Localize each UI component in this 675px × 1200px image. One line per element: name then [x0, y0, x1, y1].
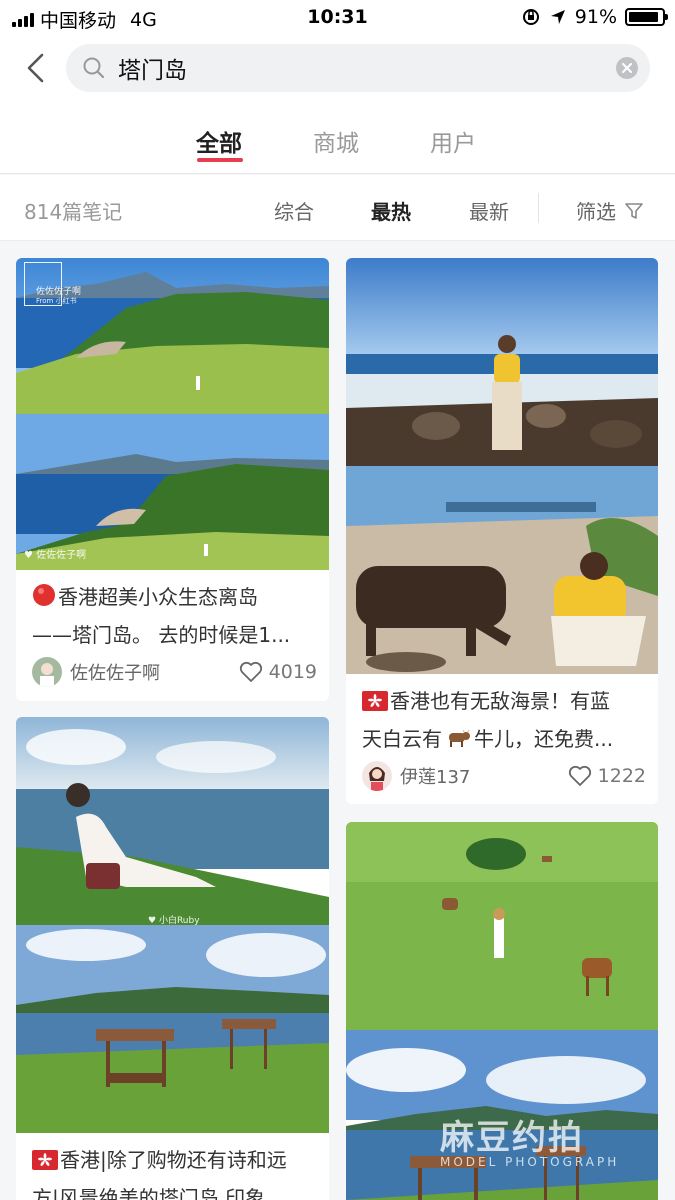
search-icon [83, 57, 105, 79]
note-title: 香港也有无敌海景！有蓝 天白云有 牛儿，还免费... [362, 682, 642, 758]
note-title-line: ——塔门岛。 去的时候是1... [32, 623, 291, 647]
like-button[interactable]: 4019 [239, 661, 317, 683]
hong-kong-flag-icon [362, 691, 388, 711]
author-name[interactable]: 伊莲137 [400, 763, 568, 789]
note-card[interactable]: 香港也有无敌海景！有蓝 天白云有 牛儿，还免费... 伊莲137 1222 [346, 258, 658, 804]
note-footer: 伊莲137 1222 [362, 761, 646, 791]
note-footer: 佐佐佐子啊 4019 [32, 657, 317, 687]
overlay-watermark: 麻豆约拍 MODEL PHOTOGRAPH [440, 1110, 619, 1169]
search-box[interactable] [66, 44, 650, 92]
search-input[interactable] [118, 52, 598, 84]
location-icon [550, 10, 565, 24]
tab-all[interactable]: 全部 [196, 124, 242, 158]
note-card[interactable]: 佐佐佐子啊 From 小红书 ♥ 佐佐佐子啊 香港超美小众生态离岛 ——塔门岛。… [16, 258, 329, 701]
sort-newest[interactable]: 最新 [469, 196, 509, 225]
clear-search-button[interactable] [616, 57, 638, 79]
image-watermark-sub: From 小红书 [36, 297, 77, 305]
search-header [0, 34, 675, 102]
battery-level [629, 12, 659, 22]
author-name[interactable]: 佐佐佐子啊 [70, 659, 239, 685]
image-watermark-text: 小白Ruby [158, 916, 200, 925]
chevron-left-icon [27, 53, 44, 83]
note-photo [346, 258, 658, 466]
funnel-icon [625, 202, 643, 219]
image-watermark: ♥ 小白Ruby [148, 916, 200, 925]
note-card[interactable]: ♥ 小白Ruby 香港|除了购物还有诗和远 方|风景绝美的塔门岛 印象... [16, 717, 329, 1200]
heart-icon [239, 661, 262, 682]
note-title-line: 香港超美小众生态离岛 [58, 585, 258, 609]
close-icon [622, 63, 632, 73]
battery-icon [625, 8, 668, 26]
status-bar: 中国移动 4G 10:31 91% [0, 0, 675, 34]
note-title: 香港超美小众生态离岛 ——塔门岛。 去的时候是1... [32, 578, 313, 654]
note-photo: ♥ 佐佐佐子啊 [16, 414, 329, 570]
note-count: 814篇笔记 [24, 200, 123, 224]
red-circle-icon [33, 584, 55, 606]
note-title-line: 香港也有无敌海景！有蓝 [390, 689, 610, 713]
note-photo [16, 925, 329, 1133]
note-photo: 佐佐佐子啊 From 小红书 [16, 258, 329, 414]
cow-icon [449, 729, 470, 747]
sort-comprehensive[interactable]: 综合 [274, 196, 314, 225]
note-title-line: 天白云有 [362, 727, 442, 751]
like-button[interactable]: 1222 [568, 765, 646, 787]
rotation-lock-icon [522, 9, 539, 25]
note-title-line: 香港|除了购物还有诗和远 [60, 1148, 287, 1172]
active-tab-indicator [197, 158, 243, 162]
note-title-line: 方|风景绝美的塔门岛 印象... [32, 1186, 285, 1200]
tab-users[interactable]: 用户 [430, 124, 476, 158]
filter-button[interactable]: 筛选 [576, 196, 644, 225]
avatar[interactable] [32, 657, 62, 687]
heart-icon [568, 765, 591, 786]
like-count: 4019 [268, 661, 317, 683]
overlay-watermark-main: 麻豆约拍 [440, 1118, 584, 1158]
avatar[interactable] [362, 761, 392, 791]
note-photo: ♥ 小白Ruby [16, 717, 329, 925]
note-title-line-tail: 牛儿，还免费... [474, 727, 614, 751]
note-title: 香港|除了购物还有诗和远 方|风景绝美的塔门岛 印象... [32, 1141, 313, 1200]
filter-divider [538, 193, 539, 223]
image-watermark-bottom: ♥ 佐佐佐子啊 [24, 550, 87, 561]
status-right: 91% [521, 6, 668, 28]
battery-percent: 91% [574, 6, 617, 28]
tab-mall[interactable]: 商城 [313, 124, 359, 158]
overlay-watermark-sub: MODEL PHOTOGRAPH [440, 1155, 620, 1169]
image-watermark-bottom-text: 佐佐佐子啊 [36, 550, 87, 561]
filter-bar: 814篇笔记 综合 最热 最新 筛选 [0, 175, 675, 241]
filter-label: 筛选 [576, 200, 616, 224]
note-photo [346, 466, 658, 674]
like-count: 1222 [597, 765, 646, 787]
hong-kong-flag-icon [32, 1150, 58, 1170]
sort-hottest[interactable]: 最热 [371, 196, 411, 225]
result-tabs: 全部 商城 用户 [0, 102, 675, 174]
note-photo [346, 822, 658, 1030]
back-button[interactable] [18, 48, 52, 88]
